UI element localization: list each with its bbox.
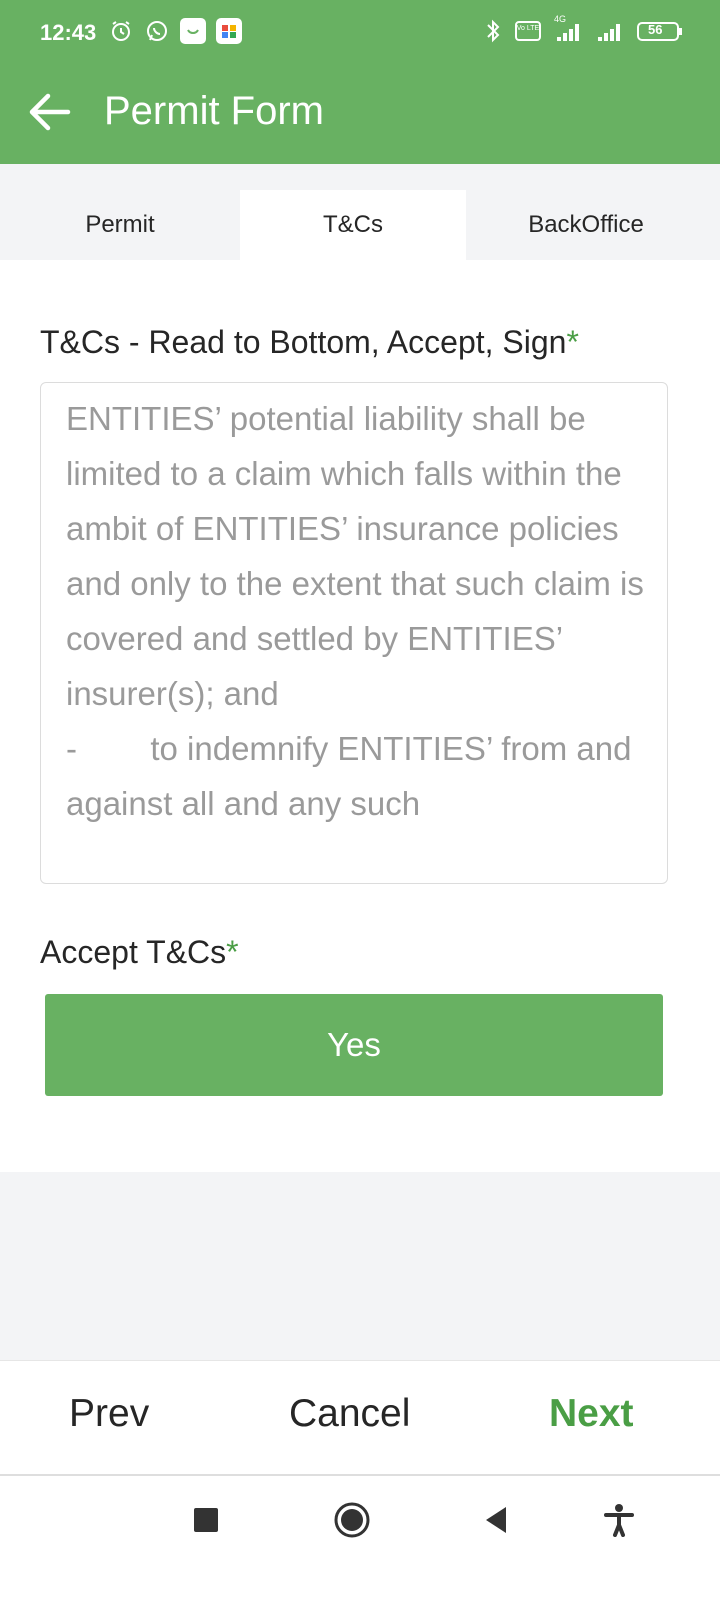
volte-icon: Vo LTE <box>514 18 542 44</box>
stop-square-icon[interactable] <box>184 1498 228 1542</box>
tcs-field-label: T&Cs - Read to Bottom, Accept, Sign* <box>40 324 579 361</box>
battery-icon: 56 <box>636 18 684 44</box>
status-time: 12:43 <box>40 20 97 45</box>
tab-tcs[interactable]: T&Cs <box>240 190 466 260</box>
battery-level: 56 <box>648 22 663 37</box>
cancel-button[interactable]: Cancel <box>289 1392 410 1436</box>
arrow-left-icon[interactable] <box>26 88 74 136</box>
signal-icon: 4G <box>550 14 586 44</box>
back-triangle-icon[interactable] <box>474 1498 518 1542</box>
app-bar: Permit Form <box>0 70 720 164</box>
accept-label-text: Accept T&Cs <box>40 934 227 970</box>
home-circle-icon[interactable] <box>330 1498 374 1542</box>
app-icon <box>216 18 242 44</box>
tab-permit[interactable]: Permit <box>0 190 240 260</box>
app-icon <box>180 18 206 44</box>
page-title: Permit Form <box>104 89 324 133</box>
whatsapp-icon <box>144 18 170 44</box>
signal-icon <box>594 18 628 44</box>
tcs-text-area[interactable]: ENTITIES’ potential liability shall be l… <box>40 382 668 884</box>
next-button[interactable]: Next <box>549 1392 634 1436</box>
accessibility-icon[interactable] <box>597 1498 641 1542</box>
required-mark: * <box>226 934 239 970</box>
network-label: 4G <box>554 14 567 24</box>
tcs-label-text: T&Cs - Read to Bottom, Accept, Sign <box>40 324 567 360</box>
bluetooth-icon <box>480 18 506 44</box>
prev-button[interactable]: Prev <box>69 1392 149 1436</box>
tcs-text: ENTITIES’ potential liability shall be l… <box>66 400 644 822</box>
tab-backoffice[interactable]: BackOffice <box>466 190 706 260</box>
form-footer-space <box>0 1172 720 1360</box>
accept-field-label: Accept T&Cs* <box>40 934 239 971</box>
status-bar: 12:43 Vo LTE 4G 56 <box>0 0 720 70</box>
svg-text:Vo LTE: Vo LTE <box>517 25 540 32</box>
alarm-icon <box>108 18 134 44</box>
required-mark: * <box>566 324 579 360</box>
yes-button[interactable]: Yes <box>45 994 663 1096</box>
